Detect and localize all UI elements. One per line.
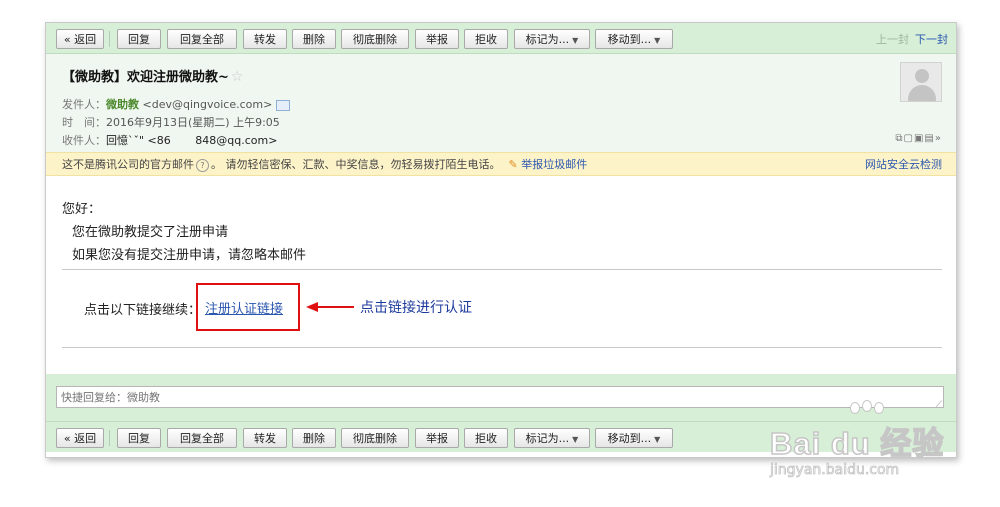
delete-permanently-button[interactable]: 彻底删除 — [341, 428, 409, 448]
sender-line: 发件人：微助教 <dev@qingvoice.com> — [62, 96, 291, 112]
time-label: 时 间： — [62, 116, 106, 129]
move-to-label: 移动到... — [607, 432, 652, 445]
star-icon[interactable]: ☆ — [231, 69, 244, 85]
mark-as-label: 标记为... — [525, 33, 570, 46]
greeting: 您好： — [62, 202, 102, 217]
back-button[interactable]: « 返回 — [56, 29, 104, 49]
link-prompt: 点击以下链接继续： — [84, 303, 202, 318]
paw-icon — [874, 402, 884, 414]
report-spam-link[interactable]: 举报垃圾邮件 — [521, 158, 587, 171]
register-verify-link[interactable]: 注册认证链接 — [205, 298, 283, 317]
email-header: 【微助教】欢迎注册微助教~ ☆ 发件人：微助教 <dev@qingvoice.co… — [46, 54, 956, 152]
annotation-text: 点击链接进行认证 — [360, 300, 472, 316]
mark-as-dropdown[interactable]: 标记为... ▼ — [514, 428, 590, 448]
delete-button[interactable]: 删除 — [292, 29, 336, 49]
report-button[interactable]: 举报 — [415, 29, 459, 49]
warning-text: 这不是腾讯公司的官方邮件?。 请勿轻信密保、汇款、中奖信息，勿轻易拨打陌生电话。… — [62, 153, 587, 177]
warning-bar: 这不是腾讯公司的官方邮件?。 请勿轻信密保、汇款、中奖信息，勿轻易拨打陌生电话。… — [46, 152, 956, 176]
divider — [62, 347, 942, 348]
header-tool-icons[interactable]: ⧉▢▣▤» — [895, 133, 942, 144]
caret-down-icon: ▼ — [572, 435, 579, 444]
reply-all-button[interactable]: 回复全部 — [167, 29, 237, 49]
avatar — [900, 62, 942, 102]
body-line-1: 您在微助教提交了注册申请 — [72, 225, 229, 240]
divider — [62, 269, 942, 270]
next-email-link[interactable]: 下一封 — [915, 33, 948, 46]
toolbar-divider — [109, 31, 110, 47]
help-icon[interactable]: ? — [196, 158, 209, 172]
sender-name[interactable]: 微助教 — [106, 98, 139, 111]
reply-all-button[interactable]: 回复全部 — [167, 428, 237, 448]
reply-button[interactable]: 回复 — [117, 29, 161, 49]
pager: 上一封 下一封 — [876, 31, 948, 47]
move-to-dropdown[interactable]: 移动到... ▼ — [595, 29, 673, 49]
time-line: 时 间：2016年9月13日(星期二) 上午9:05 — [62, 114, 280, 130]
paw-icon — [862, 400, 872, 412]
caret-down-icon: ▼ — [654, 435, 661, 444]
recipient-value: 回憶`ˇ" <86 848@qq.com> — [106, 134, 278, 147]
move-to-label: 移动到... — [607, 33, 652, 46]
warning-text-a: 这不是腾讯公司的官方邮件 — [62, 158, 194, 171]
top-toolbar: « 返回 回复 回复全部 转发 删除 彻底删除 举报 拒收 标记为... ▼ 移动… — [46, 23, 956, 54]
time-value: 2016年9月13日(星期二) 上午9:05 — [106, 116, 280, 129]
baidu-logo: Bai du 经验 — [769, 425, 945, 462]
paw-icon — [850, 402, 860, 414]
email-window: « 返回 回复 回复全部 转发 删除 彻底删除 举报 拒收 标记为... ▼ 移动… — [45, 22, 957, 458]
prev-email-link[interactable]: 上一封 — [876, 33, 909, 46]
reject-button[interactable]: 拒收 — [464, 428, 508, 448]
watermark-url: jingyan.baidu.com — [770, 462, 900, 479]
reply-button[interactable]: 回复 — [117, 428, 161, 448]
forward-button[interactable]: 转发 — [243, 29, 287, 49]
mark-as-label: 标记为... — [525, 432, 570, 445]
subject-text: 【微助教】欢迎注册微助教~ — [62, 70, 229, 85]
toolbar-divider — [109, 430, 110, 446]
mark-as-dropdown[interactable]: 标记为... ▼ — [514, 29, 590, 49]
forward-button[interactable]: 转发 — [243, 428, 287, 448]
sender-label: 发件人： — [62, 98, 106, 111]
recipient-line: 收件人：回憶`ˇ" <86 848@qq.com> — [62, 132, 277, 148]
reject-button[interactable]: 拒收 — [464, 29, 508, 49]
move-to-dropdown[interactable]: 移动到... ▼ — [595, 428, 673, 448]
sender-email: <dev@qingvoice.com> — [142, 98, 273, 111]
body-line-2: 如果您没有提交注册申请，请忽略本邮件 — [72, 248, 307, 263]
baidu-watermark: Bai du 经验 jingyan.baidu.com — [769, 400, 950, 484]
contact-card-icon[interactable] — [276, 99, 291, 111]
delete-permanently-button[interactable]: 彻底删除 — [341, 29, 409, 49]
back-button[interactable]: « 返回 — [56, 428, 104, 448]
caret-down-icon: ▼ — [572, 36, 579, 45]
report-flag-icon: ✎ — [508, 158, 518, 171]
caret-down-icon: ▼ — [654, 36, 661, 45]
warning-text-b: 。 请勿轻信密保、汇款、中奖信息，勿轻易拨打陌生电话。 — [211, 158, 501, 171]
delete-button[interactable]: 删除 — [292, 428, 336, 448]
email-subject: 【微助教】欢迎注册微助教~ ☆ — [62, 66, 243, 85]
security-check-link[interactable]: 网站安全云检测 — [865, 153, 942, 177]
red-arrow-icon — [306, 302, 354, 312]
report-button[interactable]: 举报 — [415, 428, 459, 448]
recipient-label: 收件人： — [62, 134, 106, 147]
